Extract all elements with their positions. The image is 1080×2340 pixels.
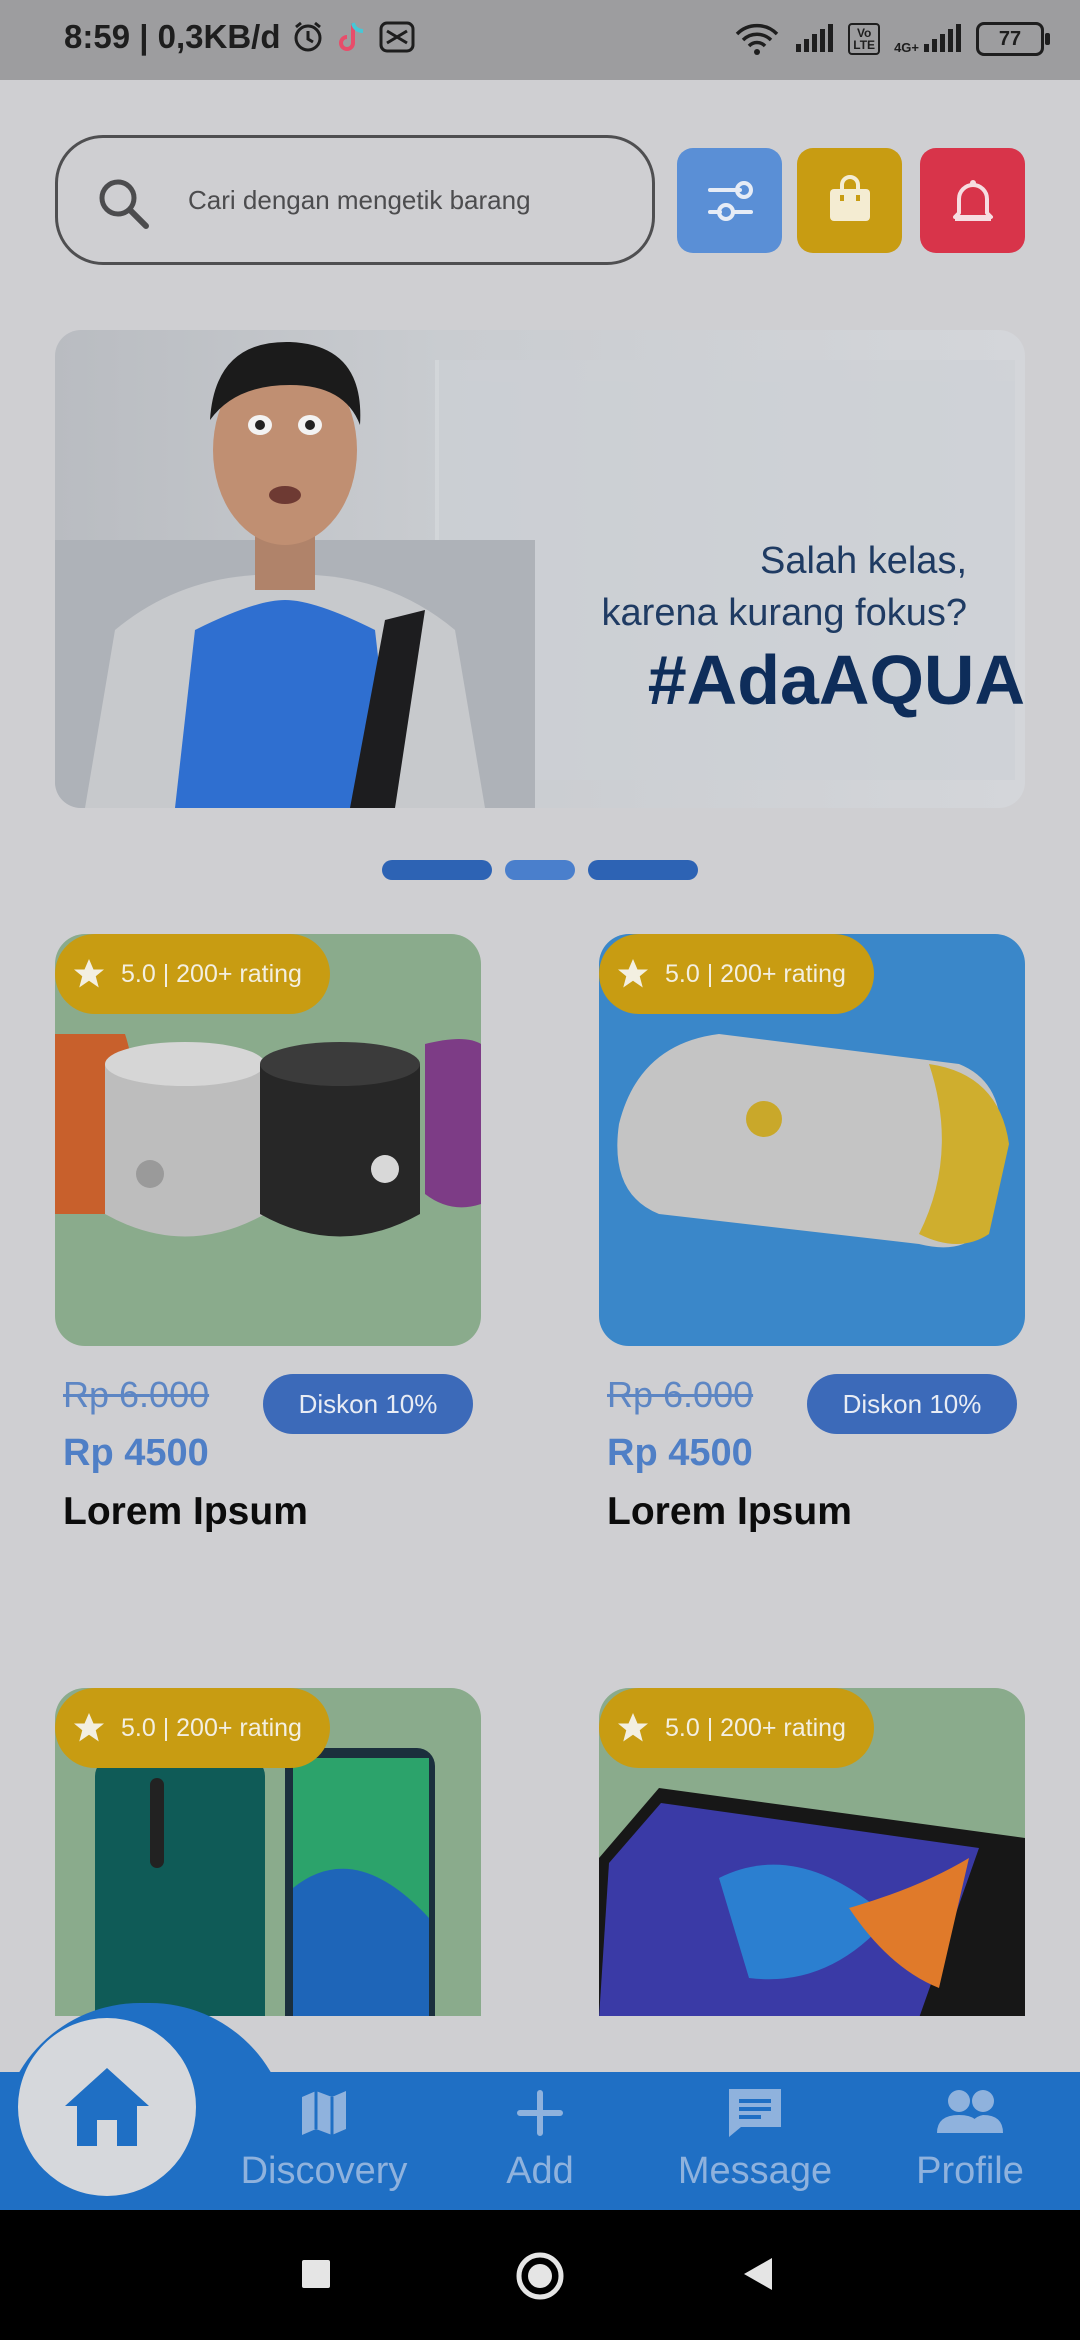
- nav-label-profile: Profile: [916, 2150, 1024, 2192]
- nav-label-add: Add: [506, 2150, 574, 2192]
- banner-hashtag: #AdaAQUA: [647, 641, 1025, 719]
- status-bar: 8:59 | 0,3KB/d Vo LTE 4G+ 77: [0, 0, 1080, 80]
- star-icon: [618, 1713, 648, 1742]
- search-placeholder: Cari dengan mengetik barang: [188, 185, 531, 215]
- rating-text: 5.0 | 200+ rating: [665, 1713, 846, 1742]
- map-icon: [302, 2091, 346, 2135]
- banner-line-2: karena kurang fokus?: [601, 592, 967, 634]
- nav-item-add[interactable]: Add: [440, 2085, 640, 2193]
- nav-home-button[interactable]: [18, 2018, 196, 2196]
- home-icon: [65, 2068, 149, 2146]
- sliders-icon: [707, 180, 753, 221]
- banner-line-1: Salah kelas,: [759, 540, 967, 582]
- price: Rp 4500: [63, 1432, 209, 1474]
- rating-text: 5.0 | 200+ rating: [121, 959, 302, 988]
- tiktok-icon: [339, 22, 364, 51]
- rating-text: 5.0 | 200+ rating: [665, 959, 846, 988]
- signal-icon: [796, 24, 834, 52]
- discount-badge: Diskon 10%: [807, 1374, 1017, 1434]
- nav-label-discovery: Discovery: [240, 2150, 408, 2192]
- product-name: Lorem Ipsum: [607, 1490, 852, 1533]
- people-icon: [937, 2090, 1003, 2133]
- rating-text: 5.0 | 200+ rating: [121, 1713, 302, 1742]
- promo-banner[interactable]: Salah kelas, karena kurang fokus? #AdaAQ…: [55, 330, 1025, 808]
- rating-badge: 5.0 | 200+ rating: [599, 934, 874, 1014]
- message-icon: [729, 2089, 781, 2137]
- rating-badge: 5.0 | 200+ rating: [55, 934, 330, 1014]
- nav-item-profile[interactable]: Profile: [870, 2085, 1070, 2193]
- discount-badge: Diskon 10%: [263, 1374, 473, 1434]
- bell-icon: [952, 179, 993, 221]
- search-input[interactable]: Cari dengan mengetik barang: [55, 135, 655, 265]
- plus-icon: [517, 2090, 563, 2136]
- search-icon: [96, 176, 152, 237]
- banner-person-image: [55, 341, 535, 808]
- old-price: Rp 6.000: [63, 1374, 210, 1415]
- product-name: Lorem Ipsum: [63, 1490, 308, 1533]
- status-time-speed: 8:59 | 0,3KB/d: [64, 18, 281, 55]
- star-icon: [74, 1713, 104, 1742]
- nav-item-message[interactable]: Message: [655, 2085, 855, 2193]
- banner-text: Salah kelas, karena kurang fokus?: [602, 535, 967, 639]
- alarm-icon: [294, 21, 322, 52]
- capcut-icon: [379, 21, 415, 53]
- recents-icon[interactable]: [300, 2258, 332, 2290]
- old-price: Rp 6.000: [607, 1374, 754, 1415]
- star-icon: [74, 959, 104, 988]
- battery-indicator: 77: [976, 22, 1050, 56]
- price: Rp 4500: [607, 1432, 753, 1474]
- carousel-dot-1[interactable]: [382, 860, 492, 880]
- carousel-dot-3[interactable]: [588, 860, 698, 880]
- cart-button[interactable]: [797, 148, 902, 253]
- shopping-bag-icon: [829, 174, 870, 221]
- net-4g-indicator: 4G+: [894, 24, 962, 54]
- nav-label-message: Message: [677, 2150, 833, 2192]
- volte-badge: Vo LTE: [848, 23, 881, 55]
- star-icon: [618, 959, 648, 988]
- nav-item-discovery[interactable]: Discovery: [224, 2085, 424, 2193]
- wifi-icon: [736, 23, 779, 55]
- product-card[interactable]: 5.0 | 200+ rating: [599, 1688, 1025, 2016]
- product-card[interactable]: 5.0 | 200+ rating: [55, 1688, 481, 2016]
- home-circle-icon[interactable]: [514, 2250, 566, 2302]
- rating-badge: 5.0 | 200+ rating: [599, 1688, 874, 1768]
- notification-button[interactable]: [920, 148, 1025, 253]
- carousel-dot-2[interactable]: [505, 860, 575, 880]
- status-right: Vo LTE 4G+ 77: [734, 22, 1050, 56]
- system-nav-bar: [0, 2210, 1080, 2340]
- back-icon[interactable]: [740, 2256, 776, 2292]
- rating-badge: 5.0 | 200+ rating: [55, 1688, 330, 1768]
- filter-button[interactable]: [677, 148, 782, 253]
- status-left: 8:59 | 0,3KB/d: [64, 18, 416, 56]
- signal-icon-2: [924, 24, 961, 52]
